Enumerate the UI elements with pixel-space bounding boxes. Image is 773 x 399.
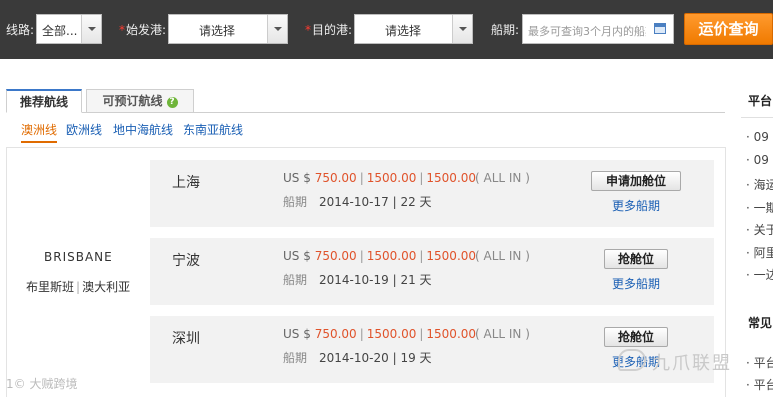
origin-label: *始发港: [119, 23, 167, 37]
origin-port-select[interactable]: 请选择 [168, 14, 288, 44]
rate-row: 上海 US $ 750.00 | 1500.00 | 1500.00 ( ALL IN … [150, 160, 714, 227]
grab-space-button[interactable]: 抢舱位 [604, 249, 668, 269]
rate-prices: US $ 750.00 | 1500.00 | 1500.00 [283, 171, 477, 185]
sidebar-news-item[interactable]: · 一达 [746, 266, 773, 283]
sidebar-news-item[interactable]: · 阿里 [746, 244, 773, 261]
rate-prices: US $ 750.00 | 1500.00 | 1500.00 [283, 327, 477, 341]
calendar-icon[interactable] [654, 23, 666, 34]
tab-bookable-routes[interactable]: 可预订航线? [86, 89, 194, 113]
destination-label: *目的港: [305, 23, 353, 37]
sidebar-news-item[interactable]: · 海运 [746, 176, 773, 193]
sidebar-divider [741, 117, 773, 118]
watermark-left: 1© 大贼跨境 [6, 377, 78, 391]
rate-row: 宁波 US $ 750.00 | 1500.00 | 1500.00 ( ALL IN … [150, 238, 714, 305]
chevron-down-icon[interactable] [81, 15, 101, 43]
route-label: 线路: [6, 23, 35, 37]
sailing-date-input[interactable]: 最多可查询3个月内的船期 [522, 14, 674, 44]
chevron-down-icon[interactable] [267, 15, 287, 43]
origin-port-name: 上海 [172, 175, 200, 191]
more-sailings-link[interactable]: 更多船期 [612, 275, 660, 292]
tab-divider [6, 112, 725, 113]
origin-port-value: 请选择 [199, 24, 236, 38]
origin-port-name: 深圳 [172, 331, 200, 347]
sidebar-news-item[interactable]: · 09 [746, 130, 773, 144]
sailing-date-placeholder: 最多可查询3个月内的船期 [528, 25, 646, 38]
destination-port-select[interactable]: 请选择 [354, 14, 473, 44]
destination-port-name: BRISBANE [44, 250, 113, 264]
more-sailings-link[interactable]: 更多船期 [612, 197, 660, 214]
route-select[interactable]: 全部... [36, 14, 102, 44]
rate-terms: ( ALL IN ) [475, 249, 530, 263]
search-bar: 线路: 全部... *始发港: 请选择 *目的港: 请选择 船期: 最多可查询3… [0, 0, 773, 59]
sidebar-faq-title: 常见 [748, 316, 773, 330]
route-link-europe[interactable]: 欧洲线 [66, 121, 102, 138]
date-label: 船期: [491, 23, 520, 37]
route-select-value: 全部... [42, 24, 78, 38]
sailing-schedule: 船期 2014-10-17 | 22 天 [283, 195, 432, 209]
sidebar-section-title: 平台 [748, 94, 773, 108]
rate-terms: ( ALL IN ) [475, 171, 530, 185]
rate-terms: ( ALL IN ) [475, 327, 530, 341]
grab-space-button[interactable]: 抢舱位 [604, 327, 668, 347]
destination-location: 布里斯班 | 澳大利亚 [26, 280, 131, 294]
chevron-down-icon[interactable] [452, 15, 472, 43]
wechat-icon [618, 349, 646, 371]
sidebar-news-item[interactable]: · 09 [746, 153, 773, 167]
sidebar-news-item[interactable]: · 关于 [746, 221, 773, 238]
sidebar-news-item[interactable]: · 一期 [746, 199, 773, 216]
tab-recommended-routes[interactable]: 推荐航线 [6, 89, 82, 113]
route-link-mediterranean[interactable]: 地中海航线 [113, 121, 173, 138]
route-link-southeast-asia[interactable]: 东南亚航线 [183, 121, 243, 138]
rate-prices: US $ 750.00 | 1500.00 | 1500.00 [283, 249, 477, 263]
sailing-schedule: 船期 2014-10-19 | 21 天 [283, 273, 432, 287]
destination-port-value: 请选择 [385, 24, 422, 38]
origin-port-name: 宁波 [172, 253, 200, 269]
sailing-schedule: 船期 2014-10-20 | 19 天 [283, 351, 432, 365]
help-icon[interactable]: ? [166, 97, 178, 108]
rate-query-button[interactable]: 运价查询 [684, 13, 773, 45]
route-link-australia[interactable]: 澳洲线 [21, 121, 58, 143]
request-space-button[interactable]: 申请加舱位 [591, 171, 681, 191]
watermark-right: 九爪联盟 [618, 347, 773, 379]
